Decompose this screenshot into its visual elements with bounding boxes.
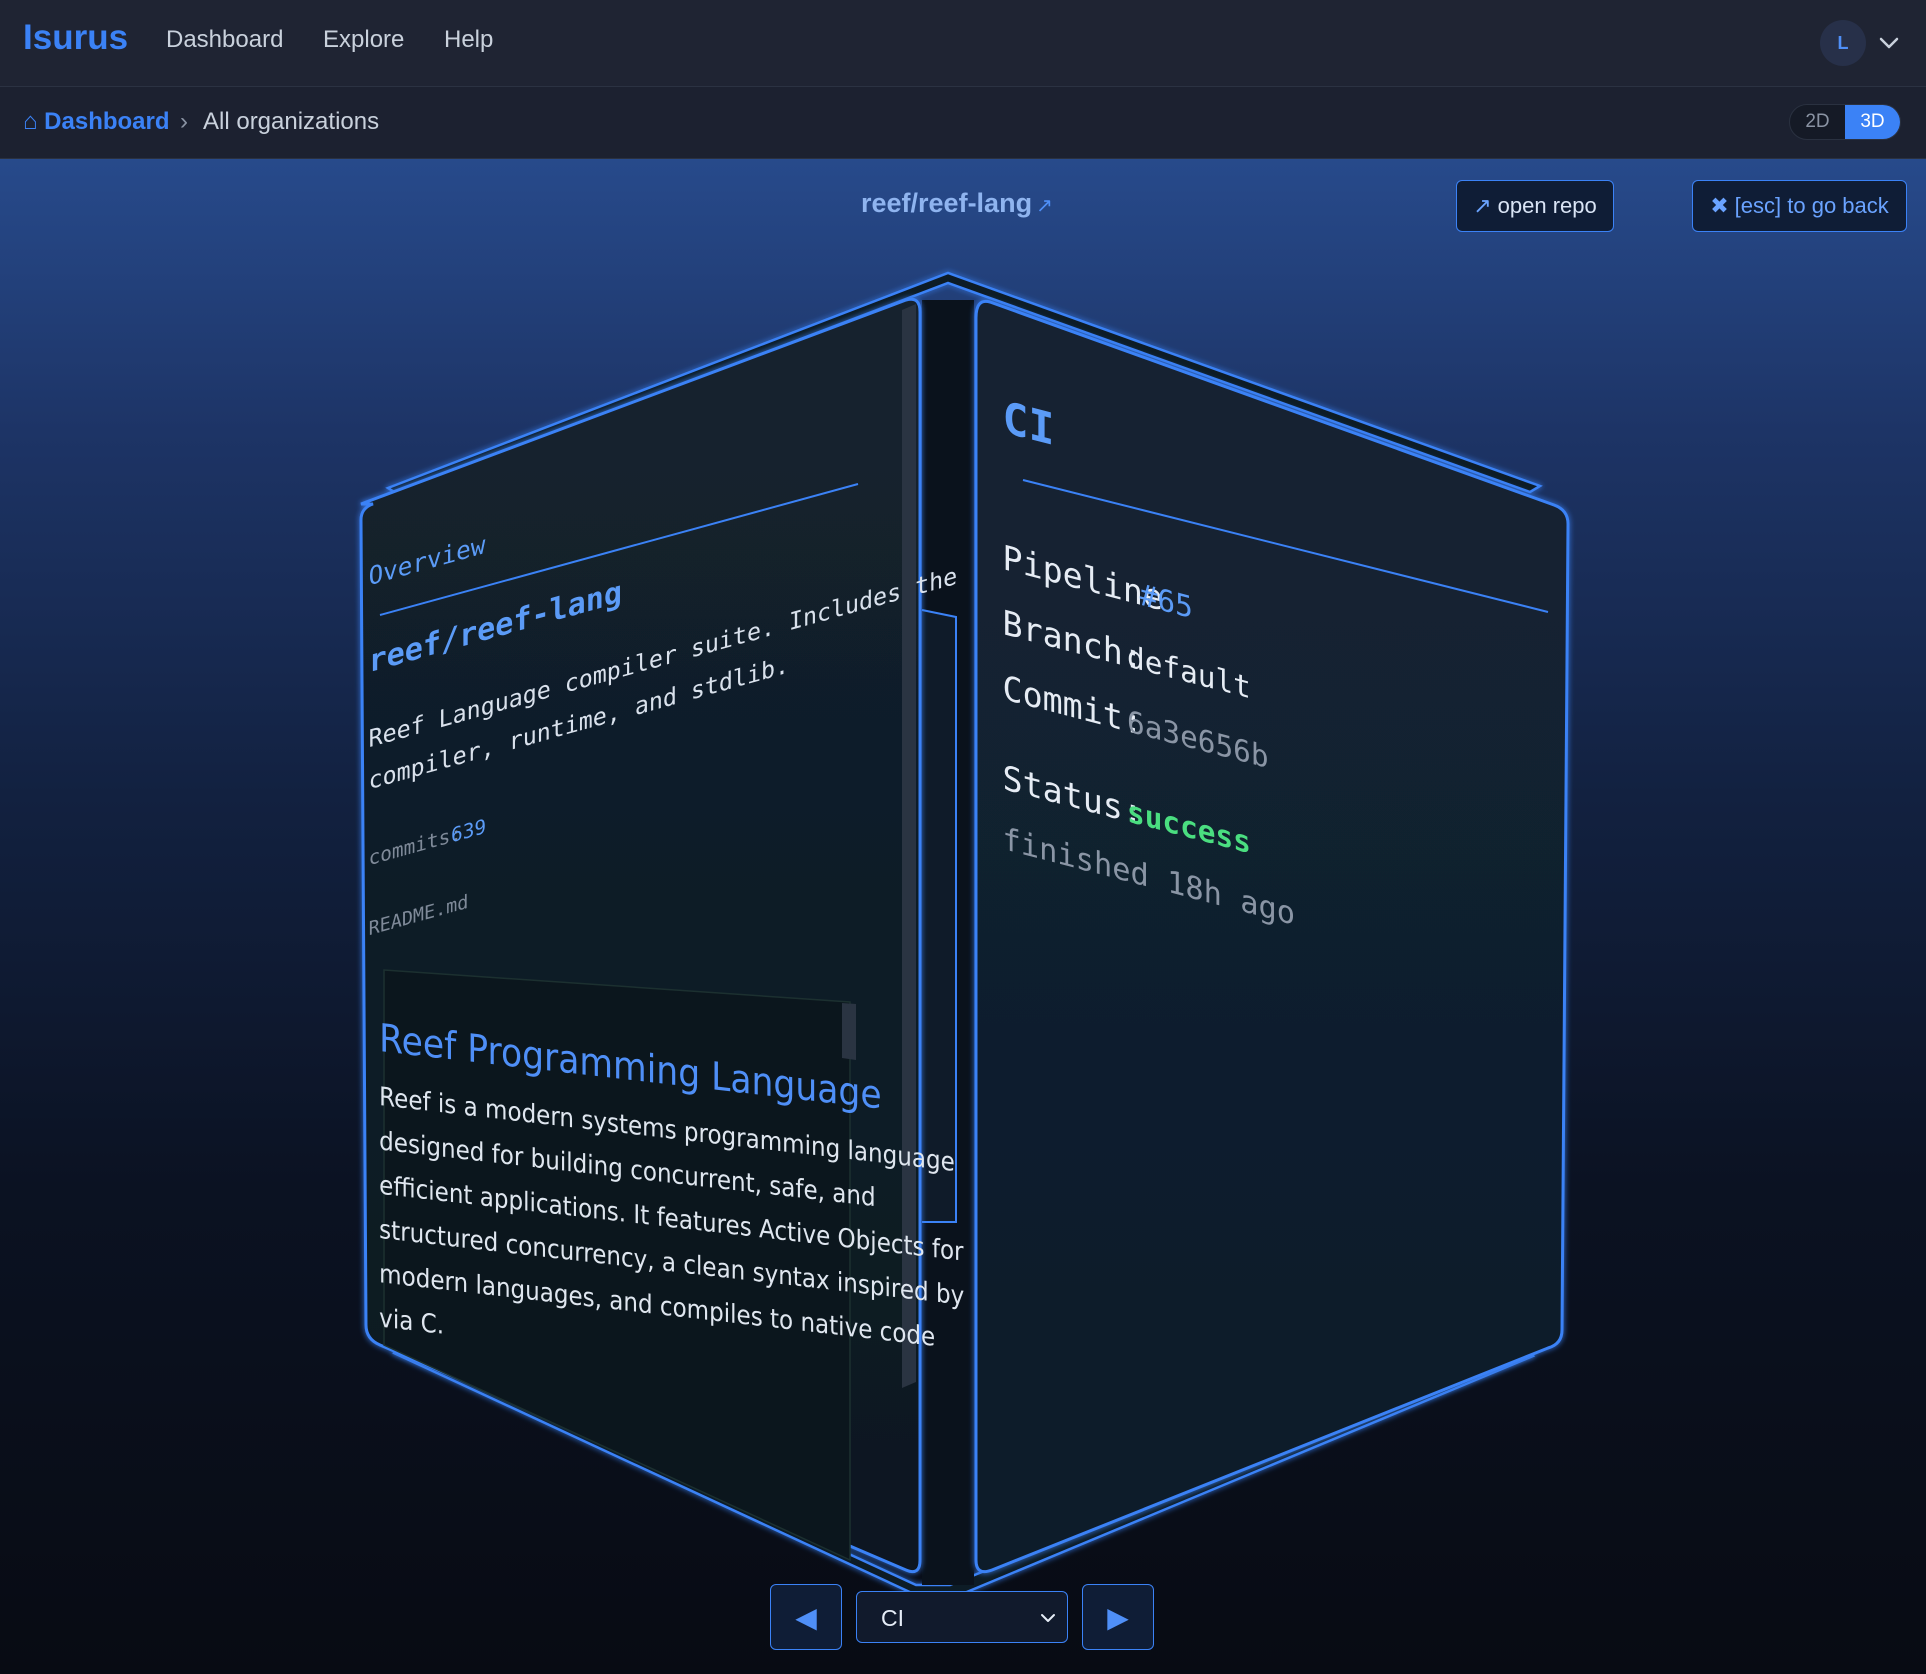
face-select[interactable]: CI [856, 1591, 1068, 1643]
overview-scrollbar[interactable] [902, 304, 916, 1388]
triangle-right-icon: ▶ [1107, 1601, 1129, 1633]
triangle-left-icon: ◀ [795, 1601, 817, 1633]
back-face-edge [921, 609, 957, 1223]
chevron-down-icon [1041, 1614, 1055, 1622]
next-face-button[interactable]: ▶ [1082, 1584, 1154, 1650]
face-select-value: CI [881, 1605, 904, 1631]
prev-face-button[interactable]: ◀ [770, 1584, 842, 1650]
readme-scrollbar[interactable] [842, 1003, 856, 1060]
repo-cube: Overview reef/reef-lang Reef Language co… [359, 271, 1570, 1596]
ci-face [974, 299, 1570, 1574]
